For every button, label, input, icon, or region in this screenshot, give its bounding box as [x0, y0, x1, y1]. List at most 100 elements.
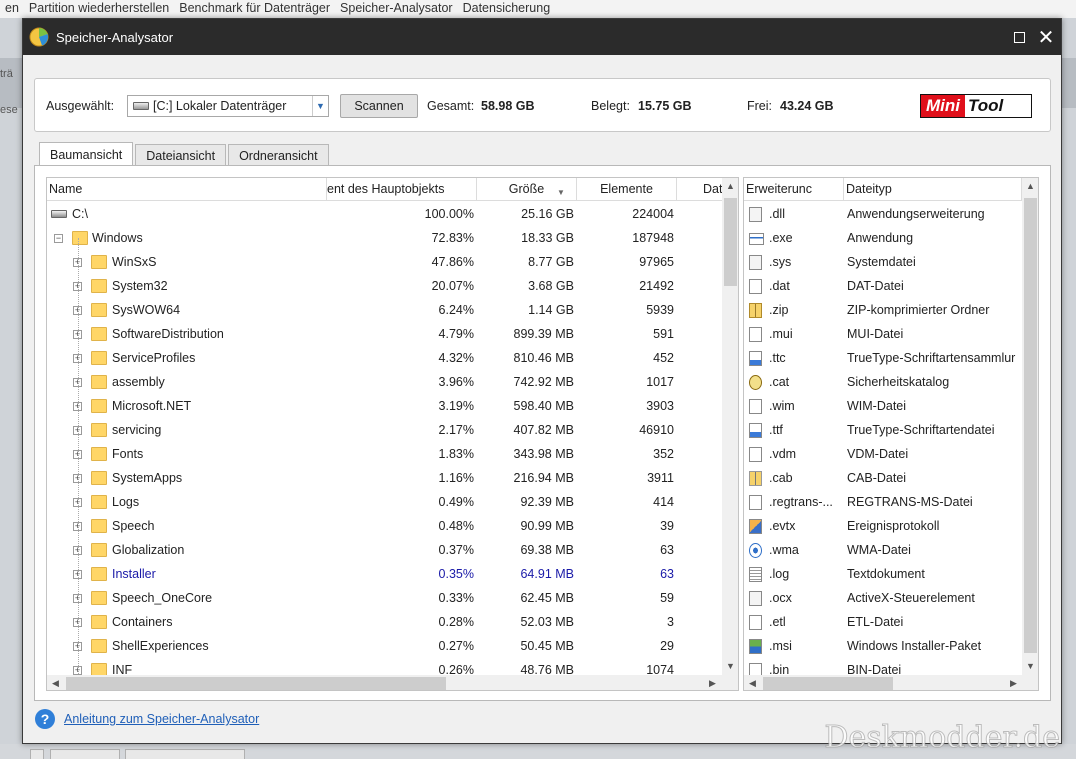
- background-tab[interactable]: [125, 749, 245, 759]
- tree-row[interactable]: + Speech_OneCore 0.33% 62.45 MB 59: [47, 586, 722, 610]
- tree-row[interactable]: + Speech 0.48% 90.99 MB 39: [47, 514, 722, 538]
- tree-row-size: 407.82 MB: [513, 423, 574, 437]
- scroll-up-icon[interactable]: ▲: [722, 178, 738, 195]
- scrollbar-thumb[interactable]: [724, 198, 737, 286]
- tree-row[interactable]: − Windows 72.83% 18.33 GB 187948: [47, 226, 722, 250]
- tree-row[interactable]: + SystemApps 1.16% 216.94 MB 3911: [47, 466, 722, 490]
- tree-row[interactable]: + assembly 3.96% 742.92 MB 1017: [47, 370, 722, 394]
- drive-icon: [51, 210, 67, 218]
- tab-file-view[interactable]: Dateiansicht: [135, 144, 227, 167]
- scroll-left-icon[interactable]: ◀: [744, 675, 761, 690]
- tab-content: Name ent des Hauptobjekts Größe ▼ Element…: [34, 165, 1051, 701]
- tree-row[interactable]: + WinSxS 47.86% 8.77 GB 97965: [47, 250, 722, 274]
- help-link[interactable]: Anleitung zum Speicher-Analysator: [64, 712, 259, 726]
- extension-row[interactable]: .regtrans-... REGTRANS-MS-Datei: [744, 490, 1022, 514]
- column-header-size[interactable]: Größe ▼: [477, 178, 577, 201]
- tree-row[interactable]: + servicing 2.17% 407.82 MB 46910: [47, 418, 722, 442]
- extension-name: .cab: [769, 471, 793, 485]
- font-icon: [749, 423, 762, 438]
- tree-row[interactable]: + SysWOW64 6.24% 1.14 GB 5939: [47, 298, 722, 322]
- background-tab[interactable]: [50, 749, 120, 759]
- extension-row[interactable]: .ocx ActiveX-Steuerelement: [744, 586, 1022, 610]
- extension-row[interactable]: .zip ZIP-komprimierter Ordner: [744, 298, 1022, 322]
- extension-row[interactable]: .cab CAB-Datei: [744, 466, 1022, 490]
- drive-select[interactable]: [C:] Lokaler Datenträger ▼: [127, 95, 329, 117]
- background-menu-item[interactable]: en: [0, 0, 24, 18]
- extension-row[interactable]: .log Textdokument: [744, 562, 1022, 586]
- help-icon[interactable]: ?: [35, 709, 55, 729]
- extension-row[interactable]: .ttf TrueType-Schriftartendatei: [744, 418, 1022, 442]
- extension-horizontal-scrollbar[interactable]: ◀ ▶: [744, 675, 1038, 690]
- tree-row[interactable]: + Fonts 1.83% 343.98 MB 352: [47, 442, 722, 466]
- column-header-name[interactable]: Name: [47, 178, 327, 201]
- extension-row[interactable]: .wma WMA-Datei: [744, 538, 1022, 562]
- background-menu-item[interactable]: Datensicherung: [458, 0, 556, 18]
- text-file-icon: [749, 567, 762, 582]
- tree-horizontal-scrollbar[interactable]: ◀ ▶: [47, 675, 738, 690]
- column-header-percent[interactable]: ent des Hauptobjekts: [327, 178, 477, 201]
- extension-grid: Erweiterunc Dateityp .dll Anwendungserwei…: [743, 177, 1039, 691]
- column-header-extension[interactable]: Erweiterunc: [744, 178, 844, 201]
- tree-row[interactable]: + ServiceProfiles 4.32% 810.46 MB 452: [47, 346, 722, 370]
- scrollbar-thumb[interactable]: [1024, 198, 1037, 653]
- background-tab[interactable]: [30, 749, 44, 759]
- tree-row[interactable]: + Installer 0.35% 64.91 MB 63: [47, 562, 722, 586]
- column-header-filetype[interactable]: Dateityp: [844, 178, 1022, 201]
- extension-vertical-scrollbar[interactable]: ▲ ▼: [1022, 178, 1038, 675]
- extension-row[interactable]: .exe Anwendung: [744, 226, 1022, 250]
- font-icon: [749, 351, 762, 366]
- tree-row-percent: 0.27%: [438, 639, 474, 653]
- tree-row[interactable]: + SoftwareDistribution 4.79% 899.39 MB 591: [47, 322, 722, 346]
- background-menu-item[interactable]: Partition wiederherstellen: [24, 0, 174, 18]
- tree-row[interactable]: + Containers 0.28% 52.03 MB 3: [47, 610, 722, 634]
- extension-row[interactable]: .cat Sicherheitskatalog: [744, 370, 1022, 394]
- extension-row[interactable]: .evtx Ereignisprotokoll: [744, 514, 1022, 538]
- tree-row-size: 598.40 MB: [513, 399, 574, 413]
- scroll-right-icon[interactable]: ▶: [1005, 675, 1022, 690]
- scan-button[interactable]: Scannen: [340, 94, 418, 118]
- extension-row[interactable]: .dll Anwendungserweiterung: [744, 202, 1022, 226]
- tab-folder-view[interactable]: Ordneransicht: [228, 144, 329, 167]
- tree-row-name: Speech_OneCore: [112, 591, 213, 605]
- maximize-button[interactable]: [1007, 25, 1031, 49]
- extension-row[interactable]: .mui MUI-Datei: [744, 322, 1022, 346]
- column-header-items[interactable]: Elemente: [577, 178, 677, 201]
- extension-row[interactable]: .dat DAT-Datei: [744, 274, 1022, 298]
- tree-row-name: Installer: [112, 567, 156, 581]
- scroll-down-icon[interactable]: ▼: [1022, 658, 1038, 675]
- media-icon: [749, 543, 762, 558]
- scrollbar-thumb[interactable]: [763, 677, 893, 690]
- tree-row-size: 742.92 MB: [513, 375, 574, 389]
- extension-row[interactable]: .vdm VDM-Datei: [744, 442, 1022, 466]
- title-bar[interactable]: Speicher-Analysator ✕: [23, 19, 1061, 55]
- tree-row[interactable]: C:\ 100.00% 25.16 GB 224004: [47, 202, 722, 226]
- collapse-icon[interactable]: −: [54, 234, 63, 243]
- tree-row[interactable]: + Globalization 0.37% 69.38 MB 63: [47, 538, 722, 562]
- tree-row[interactable]: + ShellExperiences 0.27% 50.45 MB 29: [47, 634, 722, 658]
- folder-icon: [91, 591, 107, 605]
- background-left-text: trä: [0, 68, 13, 80]
- tab-tree-view[interactable]: Baumansicht: [39, 142, 134, 167]
- tree-row[interactable]: + System32 20.07% 3.68 GB 21492: [47, 274, 722, 298]
- background-menu-item[interactable]: Speicher-Analysator: [335, 0, 458, 18]
- scroll-down-icon[interactable]: ▼: [722, 658, 738, 675]
- tree-row-percent: 3.19%: [438, 399, 474, 413]
- scroll-right-icon[interactable]: ▶: [704, 675, 721, 690]
- extension-row[interactable]: .msi Windows Installer-Paket: [744, 634, 1022, 658]
- background-menu-item[interactable]: Benchmark für Datenträger: [174, 0, 335, 18]
- tree-vertical-scrollbar[interactable]: ▲ ▼: [722, 178, 738, 675]
- free-label: Frei:: [747, 99, 772, 113]
- extension-row[interactable]: .sys Systemdatei: [744, 250, 1022, 274]
- extension-row[interactable]: .ttc TrueType-Schriftartensammlur: [744, 346, 1022, 370]
- tree-row[interactable]: + Microsoft.NET 3.19% 598.40 MB 3903: [47, 394, 722, 418]
- close-button[interactable]: ✕: [1034, 25, 1058, 49]
- scrollbar-thumb[interactable]: [66, 677, 446, 690]
- scroll-left-icon[interactable]: ◀: [47, 675, 64, 690]
- column-header-date[interactable]: Dat: [677, 178, 723, 201]
- extension-row[interactable]: .wim WIM-Datei: [744, 394, 1022, 418]
- chevron-down-icon[interactable]: ▼: [312, 96, 328, 116]
- scroll-up-icon[interactable]: ▲: [1022, 178, 1038, 195]
- tree-row-size: 810.46 MB: [513, 351, 574, 365]
- extension-row[interactable]: .etl ETL-Datei: [744, 610, 1022, 634]
- tree-row[interactable]: + Logs 0.49% 92.39 MB 414: [47, 490, 722, 514]
